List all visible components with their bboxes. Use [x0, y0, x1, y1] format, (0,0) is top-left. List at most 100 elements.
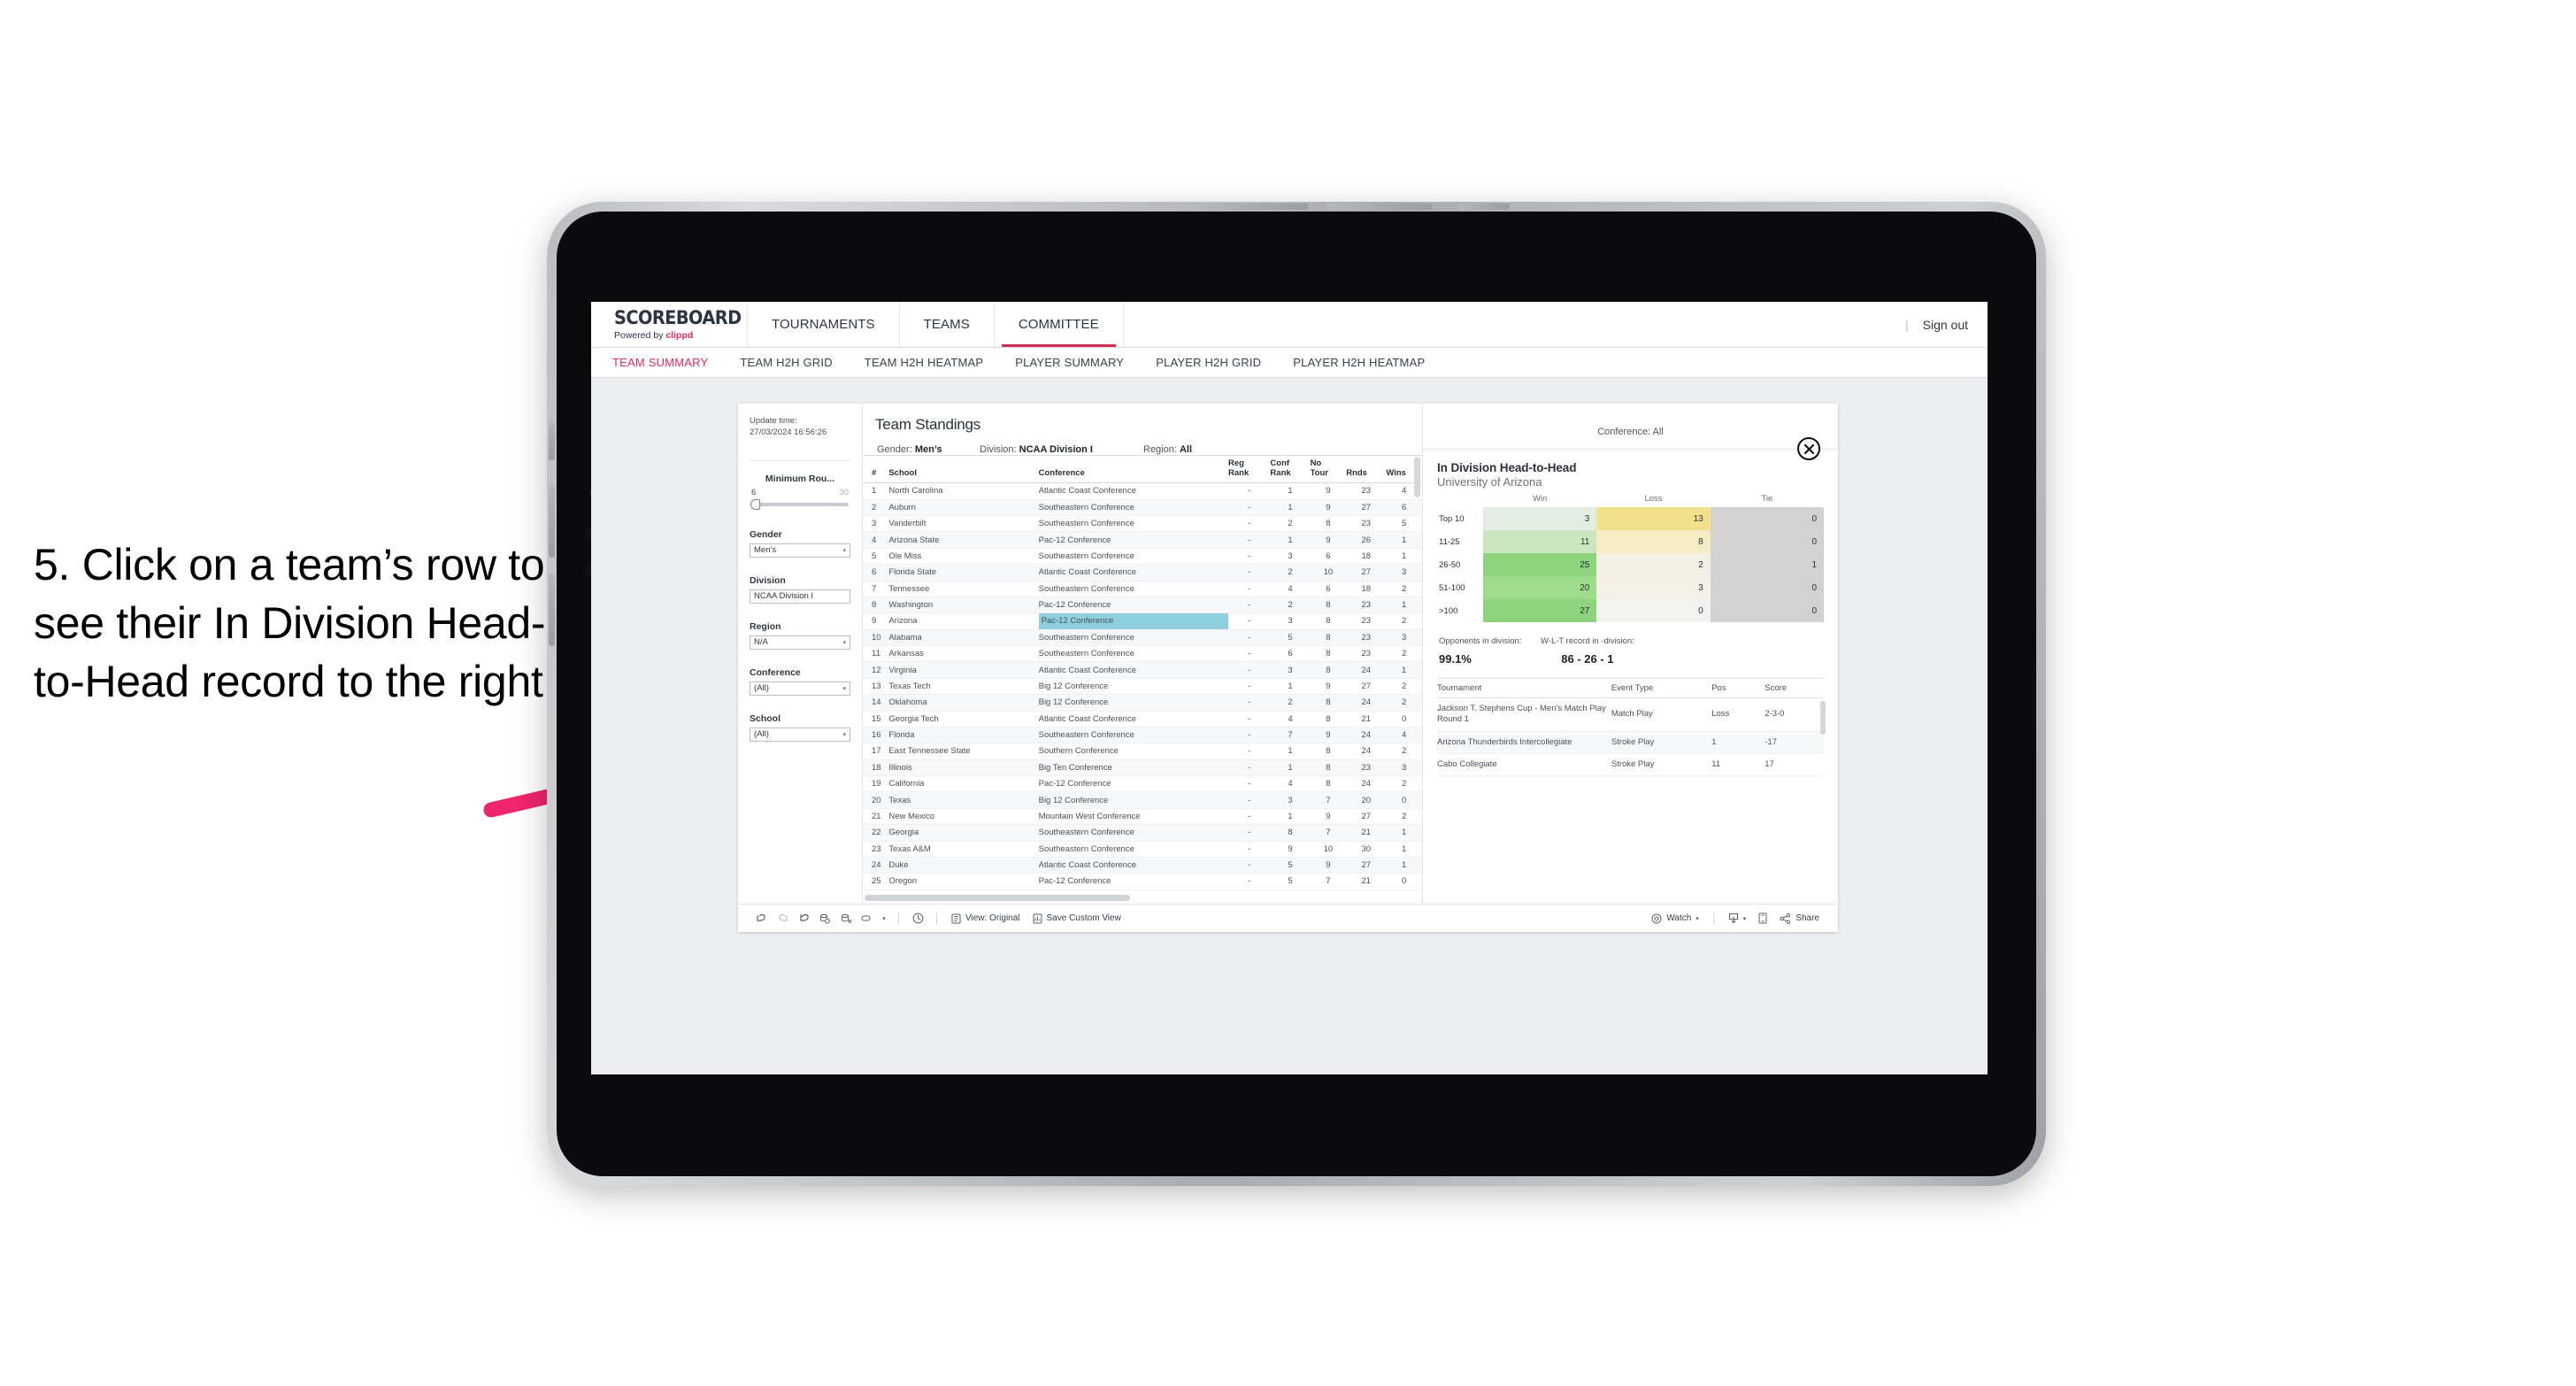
refresh-data-icon[interactable] [814, 909, 835, 928]
table-row[interactable]: 13 Texas Tech Big 12 Conference -1 9 27 2 [863, 678, 1422, 696]
school-select[interactable]: (All) ▾ [750, 727, 850, 742]
col-tournament[interactable]: Tournament [1437, 678, 1611, 698]
table-row[interactable]: 19 California Pac-12 Conference -4 8 24 2 [863, 775, 1422, 793]
tournament-row[interactable]: Jackson T. Stephens Cup - Men’s Match Pl… [1437, 697, 1824, 732]
col-no-tour[interactable]: No Tour [1310, 455, 1347, 484]
share-button[interactable]: Share [1773, 912, 1826, 924]
app-logo[interactable]: SCOREBOARD Powered by clippd [591, 302, 748, 347]
sign-out-link[interactable]: Sign out [1923, 318, 1968, 332]
table-row[interactable]: 12 Virginia Atlantic Coast Conference -3 8 24… [863, 661, 1422, 679]
table-row[interactable]: 4 Arizona State Pac-12 Conference -1 9 26 1 [863, 531, 1422, 549]
table-row[interactable]: 9 Arizona Pac-12 Conference -3 8 23 2 [863, 612, 1422, 630]
revert-icon[interactable] [793, 909, 814, 928]
heatmap-cell[interactable]: 2 [1596, 553, 1711, 576]
device-icon[interactable] [1752, 909, 1773, 928]
vertical-scrollbar[interactable] [1414, 457, 1420, 497]
gender-select[interactable]: Men’s ▾ [750, 543, 850, 558]
pause-updates-icon[interactable] [835, 909, 857, 928]
heatmap-cell[interactable]: 27 [1483, 599, 1597, 622]
heatmap-cell[interactable]: 25 [1483, 553, 1597, 576]
conference-cell: Big Ten Conference [1038, 759, 1229, 777]
col-pos[interactable]: Pos [1711, 678, 1765, 698]
tournaments-header-row: Tournament Event Type Pos Score [1437, 678, 1824, 698]
division-value: NCAA Division I [754, 591, 814, 602]
redo-icon[interactable] [772, 909, 793, 928]
table-row[interactable]: 3 Vanderbilt Southeastern Conference -2 8 23 5 [863, 515, 1422, 533]
tab-player-h2h-heatmap[interactable]: PLAYER H2H HEATMAP [1293, 356, 1425, 369]
table-row[interactable]: 23 Texas A&M Southeastern Conference -9 10 30… [863, 841, 1422, 858]
col-rank[interactable]: # [863, 455, 889, 484]
horizontal-scrollbar[interactable] [865, 895, 1130, 901]
table-row[interactable]: 21 New Mexico Mountain West Conference -1 9 2… [863, 808, 1422, 826]
nav-item-committee[interactable]: COMMITTEE [995, 302, 1124, 347]
col-rnds[interactable]: Rnds [1346, 455, 1387, 484]
save-custom-view-button[interactable]: Save Custom View [1027, 913, 1127, 924]
region-select[interactable]: N/A ▾ [750, 635, 850, 650]
col-conference[interactable]: Conference [1038, 455, 1229, 484]
chevron-down-icon[interactable]: ▾ [878, 909, 890, 928]
rank-cell: 2 [863, 499, 889, 517]
heatmap-cell[interactable]: 8 [1596, 530, 1711, 553]
heatmap-cell[interactable]: 13 [1596, 507, 1711, 530]
heatmap-cell[interactable]: 1 [1710, 553, 1824, 576]
tournament-row[interactable]: Arizona Thunderbirds Intercollegiate Stro… [1437, 731, 1824, 755]
table-row[interactable]: 15 Georgia Tech Atlantic Coast Conference -… [863, 711, 1422, 728]
tab-player-h2h-grid[interactable]: PLAYER H2H GRID [1156, 356, 1261, 369]
heatmap-cell[interactable]: 0 [1710, 507, 1824, 530]
minimum-rounds-filter[interactable]: Minimum Rou... 6 30 [750, 474, 850, 510]
alert-icon[interactable] [907, 909, 928, 928]
table-row[interactable]: 17 East Tennessee State Southern Conferenc… [863, 743, 1422, 760]
slider-track[interactable] [750, 498, 849, 510]
col-school[interactable]: School [888, 455, 1039, 484]
heatmap-cell[interactable]: 3 [1596, 576, 1711, 599]
table-row[interactable]: 22 Georgia Southeastern Conference -8 7 21 1 [863, 824, 1422, 842]
heatmap-cell[interactable]: 11 [1483, 530, 1597, 553]
watch-button[interactable]: Watch ▾ [1645, 913, 1704, 924]
tab-player-summary[interactable]: PLAYER SUMMARY [1015, 356, 1124, 369]
table-row[interactable]: 2 Auburn Southeastern Conference -1 9 27 6 [863, 499, 1422, 517]
heatmap-cell[interactable]: 0 [1710, 530, 1824, 553]
table-row[interactable]: 11 Arkansas Southeastern Conference -6 8 23 2 [863, 645, 1422, 663]
table-row[interactable]: 1 North Carolina Atlantic Coast Conference… [863, 482, 1422, 500]
tab-team-h2h-heatmap[interactable]: TEAM H2H HEATMAP [865, 356, 983, 369]
col-conf-rank[interactable]: Conf Rank [1270, 455, 1311, 484]
nav-item-teams[interactable]: TEAMS [900, 302, 995, 347]
tab-team-summary[interactable]: TEAM SUMMARY [612, 356, 708, 369]
conference-cell: Southeastern Conference [1038, 548, 1229, 566]
table-row[interactable]: 8 Washington Pac-12 Conference -2 8 23 1 [863, 597, 1422, 614]
table-row[interactable]: 25 Oregon Pac-12 Conference -5 7 21 0 [863, 873, 1422, 890]
table-row[interactable]: 6 Florida State Atlantic Coast Conference -… [863, 564, 1422, 581]
col-score[interactable]: Score [1765, 678, 1824, 698]
rank-cell: 21 [863, 808, 889, 826]
table-row[interactable]: 18 Illinois Big Ten Conference -1 8 23 3 [863, 759, 1422, 777]
col-event-type[interactable]: Event Type [1611, 678, 1712, 698]
pos-cell: 1 [1711, 731, 1765, 755]
heatmap-cell[interactable]: 20 [1483, 576, 1597, 599]
view-original-icon[interactable] [857, 909, 878, 928]
table-row[interactable]: 16 Florida Southeastern Conference -7 9 24 4 [863, 727, 1422, 744]
view-original-button[interactable]: View: Original [945, 913, 1027, 924]
table-row[interactable]: 14 Oklahoma Big 12 Conference -2 8 24 2 [863, 694, 1422, 712]
table-row[interactable]: 24 Duke Atlantic Coast Conference -5 9 27 1 [863, 857, 1422, 874]
heatmap-cell[interactable]: 0 [1710, 576, 1824, 599]
conference-select[interactable]: (All) ▾ [750, 681, 850, 696]
undo-icon[interactable] [750, 909, 772, 928]
table-row[interactable]: 5 Ole Miss Southeastern Conference -3 6 18 1 [863, 548, 1422, 566]
col-reg-rank[interactable]: Reg Rank [1228, 455, 1271, 484]
close-icon[interactable] [1797, 437, 1820, 460]
table-row[interactable]: 10 Alabama Southeastern Conference -5 8 23 3 [863, 629, 1422, 647]
table-row[interactable]: 7 Tennessee Southeastern Conference -4 6 18 2 [863, 581, 1422, 597]
division-select[interactable]: NCAA Division I [750, 589, 850, 604]
download-button[interactable]: ▾ [1722, 912, 1753, 924]
tournaments-scrollbar[interactable] [1820, 701, 1826, 735]
nav-item-tournaments[interactable]: TOURNAMENTS [748, 302, 900, 347]
heatmap-cell[interactable]: 0 [1710, 599, 1824, 622]
tab-team-h2h-grid[interactable]: TEAM H2H GRID [740, 356, 832, 369]
heatmap-cell[interactable]: 3 [1483, 507, 1597, 530]
slider-handle[interactable] [750, 498, 760, 510]
standings-table-scroll[interactable]: # School Conference Reg Rank Conf Rank No T… [863, 455, 1422, 904]
conf-rank-cell: 3 [1270, 612, 1311, 630]
table-row[interactable]: 20 Texas Big 12 Conference -3 7 20 0 [863, 791, 1422, 809]
heatmap-cell[interactable]: 0 [1596, 599, 1711, 622]
tournament-row[interactable]: Cabo Collegiate Stroke Play 11 17 [1437, 753, 1824, 777]
